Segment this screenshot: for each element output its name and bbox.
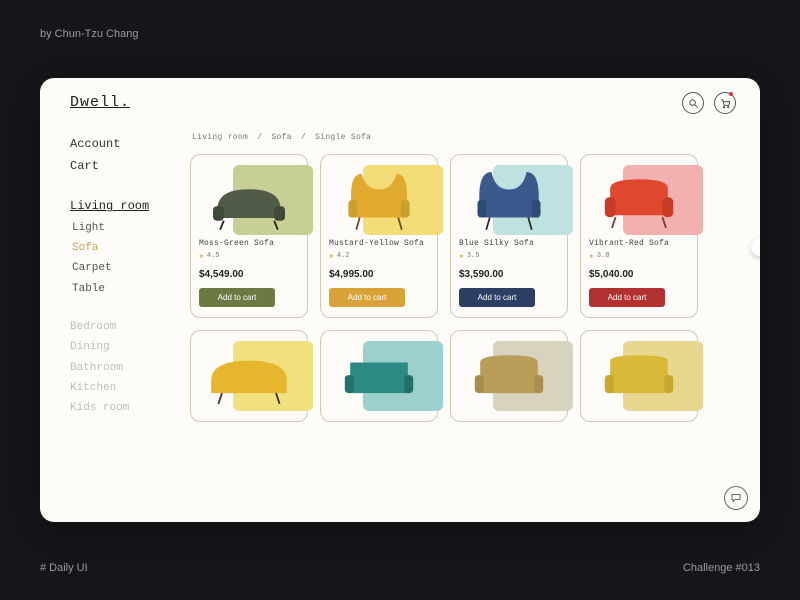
product-card[interactable] — [190, 330, 308, 422]
add-to-cart-button[interactable]: Add to cart — [199, 288, 275, 307]
product-image — [589, 163, 689, 235]
product-rating: 3.5 — [467, 252, 480, 260]
sidebar: Account Cart Living room Light Sofa Carp… — [40, 78, 190, 522]
app-window: Dwell. Account Cart Living room Light So… — [40, 78, 760, 522]
product-image — [199, 163, 299, 235]
product-card[interactable] — [320, 330, 438, 422]
product-image — [459, 163, 559, 235]
product-name: Blue Silky Sofa — [459, 239, 559, 248]
sidebar-room-kids-room[interactable]: Kids room — [70, 398, 190, 418]
product-image — [589, 339, 689, 411]
star-icon: ★ — [329, 251, 334, 261]
sidebar-room-bathroom[interactable]: Bathroom — [70, 358, 190, 378]
brand-logo[interactable]: Dwell. — [70, 94, 130, 111]
chat-icon[interactable] — [724, 486, 748, 510]
product-image — [329, 339, 429, 411]
footer-right-text: Challenge #013 — [683, 562, 760, 574]
product-name: Vibrant-Red Sofa — [589, 239, 689, 248]
sidebar-room-bedroom[interactable]: Bedroom — [70, 317, 190, 337]
sidebar-account[interactable]: Account — [70, 133, 190, 155]
breadcrumb-2[interactable]: Single Sofa — [315, 133, 371, 142]
main-content: Living room / Sofa / Single Sofa Moss-Gr… — [190, 78, 760, 522]
breadcrumb-1[interactable]: Sofa — [271, 133, 291, 142]
product-card[interactable]: Mustard-Yellow Sofa ★4.2 $4,995.00 Add t… — [320, 154, 438, 318]
sidebar-room-living-room[interactable]: Living room — [70, 195, 190, 217]
add-to-cart-button[interactable]: Add to cart — [459, 288, 535, 307]
product-image — [459, 339, 559, 411]
attribution-text: by Chun-Tzu Chang — [40, 28, 138, 40]
star-icon: ★ — [589, 251, 594, 261]
product-rating: 4.5 — [207, 252, 220, 260]
sidebar-cart[interactable]: Cart — [70, 155, 190, 177]
product-card[interactable]: Moss-Green Sofa ★4.5 $4,549.00 Add to ca… — [190, 154, 308, 318]
product-card[interactable] — [450, 330, 568, 422]
breadcrumb-0[interactable]: Living room — [192, 133, 248, 142]
product-card[interactable]: Vibrant-Red Sofa ★3.8 $5,040.00 Add to c… — [580, 154, 698, 318]
breadcrumb: Living room / Sofa / Single Sofa — [190, 133, 760, 142]
product-image — [199, 339, 299, 411]
star-icon: ★ — [459, 251, 464, 261]
product-rating: 3.8 — [597, 252, 610, 260]
add-to-cart-button[interactable]: Add to cart — [329, 288, 405, 307]
product-card[interactable] — [580, 330, 698, 422]
sidebar-room-kitchen[interactable]: Kitchen — [70, 378, 190, 398]
product-price: $3,590.00 — [459, 269, 559, 280]
product-name: Moss-Green Sofa — [199, 239, 299, 248]
product-price: $4,549.00 — [199, 269, 299, 280]
sidebar-subcat-table[interactable]: Table — [72, 279, 190, 299]
sidebar-subcat-sofa[interactable]: Sofa — [72, 238, 190, 258]
product-rating: 4.2 — [337, 252, 350, 260]
add-to-cart-button[interactable]: Add to cart — [589, 288, 665, 307]
product-grid: Moss-Green Sofa ★4.5 $4,549.00 Add to ca… — [190, 154, 760, 422]
sidebar-subcat-carpet[interactable]: Carpet — [72, 258, 190, 278]
star-icon: ★ — [199, 251, 204, 261]
product-price: $4,995.00 — [329, 269, 429, 280]
product-name: Mustard-Yellow Sofa — [329, 239, 429, 248]
product-image — [329, 163, 429, 235]
sidebar-subcat-light[interactable]: Light — [72, 218, 190, 238]
product-price: $5,040.00 — [589, 269, 689, 280]
footer-left-text: # Daily UI — [40, 562, 88, 574]
sidebar-room-dining[interactable]: Dining — [70, 337, 190, 357]
product-card[interactable]: Blue Silky Sofa ★3.5 $3,590.00 Add to ca… — [450, 154, 568, 318]
